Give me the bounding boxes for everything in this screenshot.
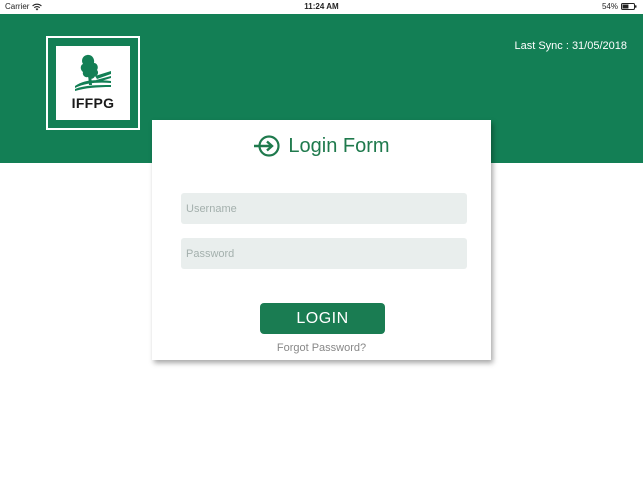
last-sync-label: Last Sync : 31/05/2018	[514, 40, 627, 52]
logo: IFFPG	[46, 36, 140, 130]
tree-logo-icon	[75, 54, 111, 91]
login-button[interactable]: LOGIN	[260, 303, 385, 334]
forgot-password-link[interactable]: Forgot Password?	[152, 342, 491, 354]
username-input[interactable]	[181, 193, 467, 224]
logo-text: IFFPG	[71, 95, 115, 111]
card-title: Login Form	[288, 134, 390, 157]
login-icon	[254, 135, 281, 157]
status-bar: Carrier 11:24 AM 54%	[0, 0, 643, 14]
login-card: Login Form LOGIN Forgot Password?	[152, 120, 491, 360]
battery-icon	[621, 3, 637, 10]
password-input[interactable]	[181, 238, 467, 269]
battery-percent: 54%	[601, 2, 618, 11]
logo-inner: IFFPG	[56, 46, 130, 120]
card-title-row: Login Form	[152, 134, 491, 158]
login-screen: Carrier 11:24 AM 54% IFFPG Last Sync: 3…	[0, 0, 643, 482]
status-time: 11:24 AM	[304, 2, 339, 11]
status-right: 54%	[602, 2, 637, 11]
